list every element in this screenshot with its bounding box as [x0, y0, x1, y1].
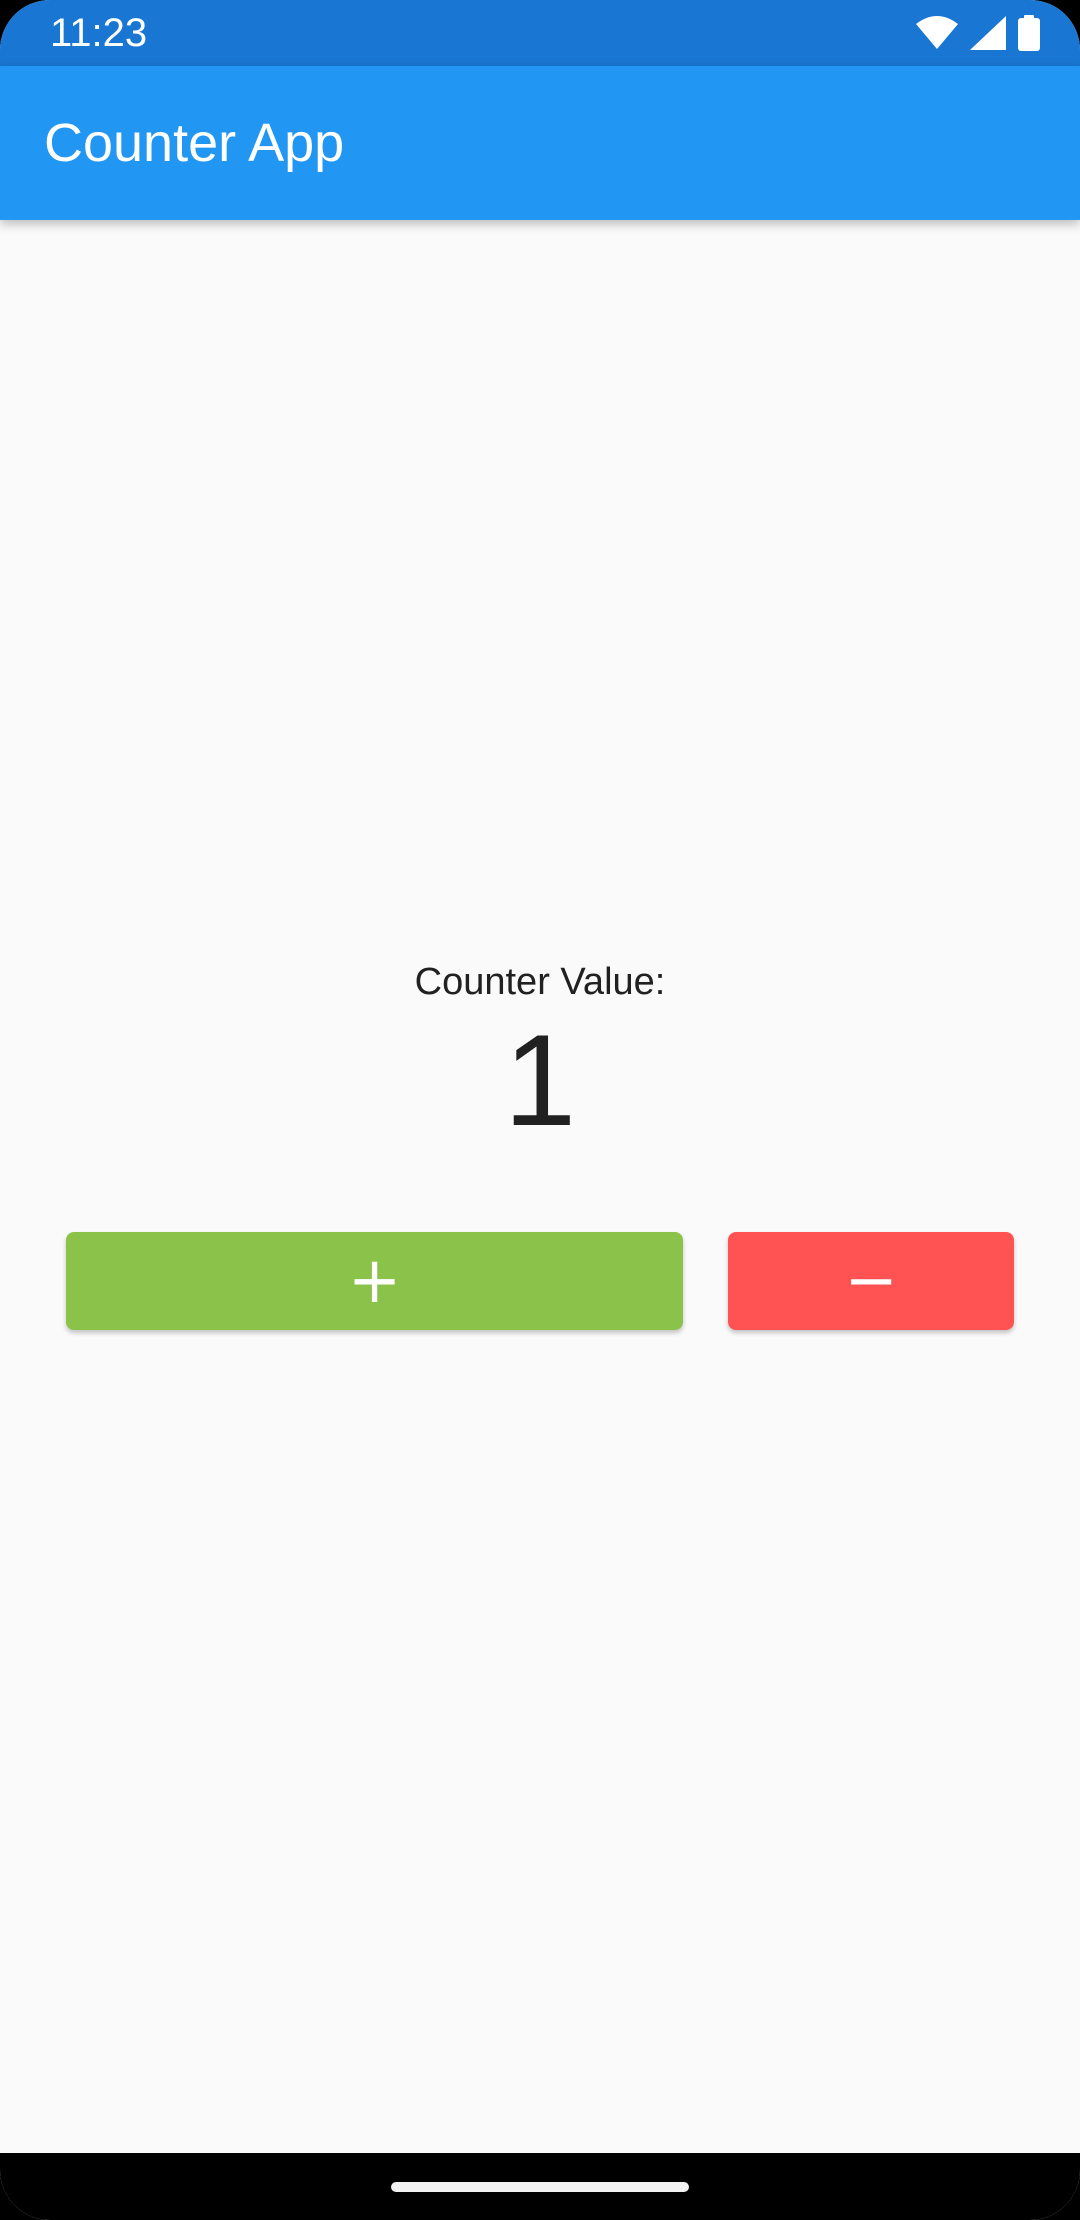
cellular-signal-icon	[970, 16, 1006, 50]
navigation-bar	[0, 2153, 1080, 2220]
wifi-icon	[916, 16, 958, 50]
battery-icon	[1018, 15, 1040, 51]
status-icons	[916, 14, 1040, 52]
increment-button[interactable]: +	[66, 1232, 683, 1330]
home-indicator[interactable]	[391, 2182, 689, 2192]
status-time: 11:23	[50, 11, 148, 55]
app-title: Counter App	[44, 113, 345, 173]
phone-screen: 11:23 Counter App Counter Value: 1 + −	[0, 0, 1080, 2220]
main-content: Counter Value: 1 + −	[0, 220, 1080, 2153]
app-bar: Counter App	[0, 66, 1080, 220]
status-bar: 11:23	[0, 0, 1080, 66]
decrement-button[interactable]: −	[728, 1232, 1014, 1330]
counter-value: 1	[503, 1007, 577, 1153]
counter-label: Counter Value:	[414, 961, 666, 1003]
